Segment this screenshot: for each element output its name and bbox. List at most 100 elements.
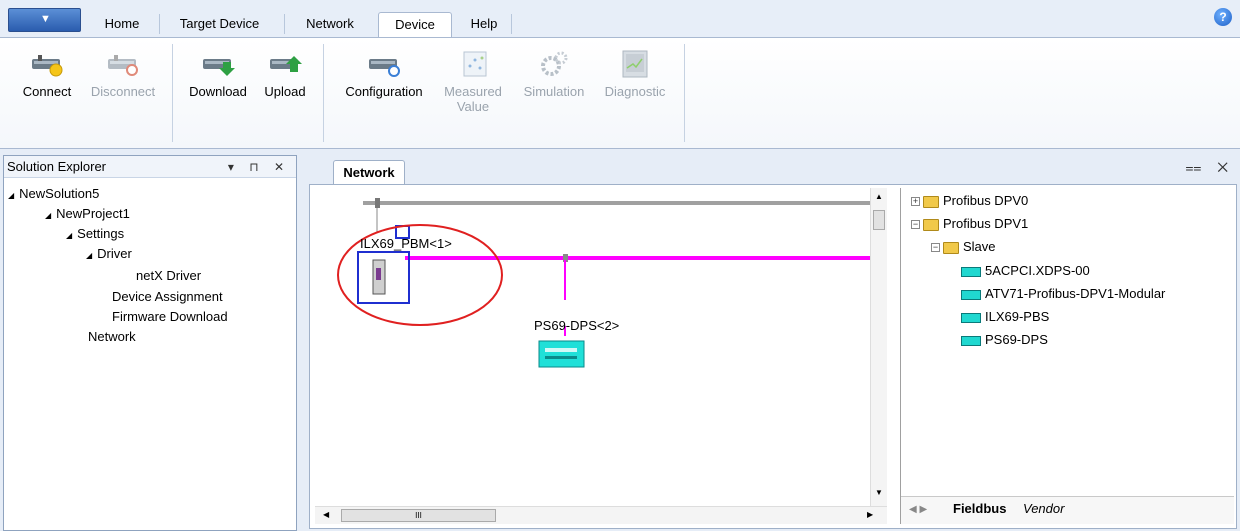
network-view-canvas[interactable]: ILX69_PBM<1> PS69-DPS<2> bbox=[315, 188, 875, 524]
catalog-folder-profibus-dpv0[interactable]: + Profibus DPV0 bbox=[911, 189, 1028, 212]
slave-device-icon bbox=[961, 266, 981, 277]
scroll-down-icon[interactable]: ▼ bbox=[875, 488, 883, 497]
tree-node-label: Driver bbox=[97, 246, 132, 261]
tab-vendor[interactable]: Vendor bbox=[1023, 501, 1064, 516]
measured-value-line-2: Value bbox=[456, 99, 490, 114]
catalog-item-ilx69-pbs[interactable]: ILX69-PBS bbox=[961, 305, 1049, 328]
document-controls[interactable]: ⩵ ✕ bbox=[1185, 159, 1234, 176]
tab-network-document[interactable]: Network bbox=[333, 160, 405, 184]
upload-label: Upload bbox=[264, 84, 306, 99]
device-slot-icon bbox=[545, 348, 577, 352]
help-icon[interactable]: ? bbox=[1214, 8, 1232, 26]
download-icon bbox=[203, 59, 235, 76]
catalog-folder-profibus-dpv1[interactable]: − Profibus DPV1 bbox=[911, 212, 1028, 235]
tree-node-newproject1[interactable]: ◢ NewProject1 bbox=[45, 204, 130, 226]
tree-node-newsolution5[interactable]: ◢ NewSolution5 bbox=[8, 184, 99, 206]
measured-value-icon bbox=[463, 51, 487, 77]
dropdown-arrow-icon: ▼ bbox=[40, 13, 51, 25]
slave-device-icon bbox=[961, 289, 981, 300]
tab-home[interactable]: Home bbox=[97, 12, 147, 38]
catalog-item-label: ATV71-Profibus-DPV1-Modular bbox=[985, 286, 1166, 301]
solution-explorer-panel: Solution Explorer ▾ ⊓ ✕ ◢ NewSolution5 ◢ N… bbox=[3, 155, 297, 531]
tree-node-label: Settings bbox=[77, 226, 125, 241]
expand-arrow-icon[interactable]: ◢ bbox=[45, 211, 51, 220]
expand-toggle-icon[interactable]: + bbox=[911, 197, 920, 207]
download-button[interactable]: Download bbox=[185, 50, 251, 99]
tree-node-settings[interactable]: ◢ Settings bbox=[66, 224, 124, 246]
tab-fieldbus[interactable]: Fieldbus bbox=[953, 501, 1006, 516]
network-document-panel: ILX69_PBM<1> PS69-DPS<2> ▲ ▼ ◀ III ▶ + Pr… bbox=[309, 184, 1237, 529]
diagnostic-button[interactable]: Diagnostic bbox=[597, 50, 673, 99]
solution-explorer-title: Solution Explorer bbox=[7, 159, 106, 174]
disconnect-button[interactable]: Disconnect bbox=[87, 50, 159, 99]
vertical-scrollbar[interactable]: ▲ ▼ bbox=[870, 188, 887, 506]
device-module-icon bbox=[376, 268, 381, 280]
tree-node-firmware-download[interactable]: Firmware Download bbox=[112, 307, 228, 327]
device-slot-icon bbox=[545, 356, 577, 359]
expand-arrow-icon[interactable]: ◢ bbox=[66, 231, 72, 240]
connect-icon bbox=[32, 55, 63, 77]
tab-target-device[interactable]: Target Device bbox=[166, 12, 273, 38]
disconnect-icon bbox=[108, 55, 138, 76]
scroll-left-icon[interactable]: ◀ bbox=[323, 510, 329, 519]
tree-node-network[interactable]: Network bbox=[88, 327, 136, 347]
application-menu-button[interactable]: ▼ bbox=[8, 8, 81, 32]
device-catalog-panel: + Profibus DPV0 − Profibus DPV1 − Slave 5AC… bbox=[900, 188, 1234, 524]
document-area: Network ⩵ ✕ ILX69_PBM<1> PS69-DPS<2> ▲ ▼… bbox=[303, 155, 1240, 531]
folder-label: Profibus DPV0 bbox=[943, 193, 1029, 208]
catalog-folder-slave[interactable]: − Slave bbox=[931, 235, 996, 258]
scroll-up-icon[interactable]: ▲ bbox=[875, 192, 883, 201]
measured-value-label: Measured Value bbox=[444, 84, 502, 114]
folder-icon bbox=[923, 218, 939, 231]
catalog-tab-bar: ◀ ▶ Fieldbus Vendor bbox=[901, 496, 1234, 524]
catalog-item-5acpci-xdps-00[interactable]: 5ACPCI.XDPS-00 bbox=[961, 259, 1090, 282]
scroll-thumb-horizontal[interactable]: III bbox=[341, 509, 496, 522]
tree-node-driver[interactable]: ◢ Driver bbox=[86, 244, 132, 266]
ps69-dps-device-icon[interactable] bbox=[538, 340, 585, 368]
panel-controls[interactable]: ▾ ⊓ ✕ bbox=[228, 156, 290, 178]
open-folder-icon bbox=[943, 241, 959, 254]
tab-help[interactable]: Help bbox=[462, 12, 506, 38]
tree-node-netx-driver[interactable]: netX Driver bbox=[136, 266, 201, 286]
simulation-button[interactable]: Simulation bbox=[515, 50, 593, 99]
configuration-button[interactable]: Configuration bbox=[336, 50, 432, 99]
diagnostic-label: Diagnostic bbox=[604, 84, 666, 99]
tree-node-label: NewProject1 bbox=[56, 206, 130, 221]
catalog-item-ps69-dps[interactable]: PS69-DPS bbox=[961, 328, 1048, 351]
tab-network[interactable]: Network bbox=[295, 12, 365, 38]
slave-device-icon bbox=[961, 312, 981, 323]
scroll-right-icon[interactable]: ▶ bbox=[867, 510, 873, 519]
top-bus-line bbox=[363, 201, 875, 205]
menu-bar: ▼ Home Target Device Network Device Help… bbox=[0, 0, 1240, 38]
connect-label: Connect bbox=[22, 84, 72, 99]
ps69-dps-label[interactable]: PS69-DPS<2> bbox=[534, 318, 619, 333]
bus-connector bbox=[375, 198, 380, 208]
connect-button[interactable]: Connect bbox=[18, 50, 76, 99]
measured-value-button[interactable]: Measured Value bbox=[435, 50, 511, 114]
ilx69-pbm-label[interactable]: ILX69_PBM<1> bbox=[360, 236, 452, 251]
upload-icon bbox=[270, 56, 302, 72]
catalog-item-atv71[interactable]: ATV71-Profibus-DPV1-Modular bbox=[961, 282, 1165, 305]
diagnostic-chart-icon bbox=[622, 50, 648, 78]
slave-device-icon bbox=[961, 335, 981, 346]
profibus-line[interactable] bbox=[405, 256, 875, 260]
upload-button[interactable]: Upload bbox=[254, 50, 316, 99]
measured-value-line-1: Measured bbox=[444, 84, 502, 99]
scroll-thumb[interactable] bbox=[873, 210, 885, 230]
simulation-label: Simulation bbox=[523, 84, 585, 99]
horizontal-scrollbar[interactable]: ◀ III ▶ bbox=[315, 506, 887, 524]
catalog-item-label: 5ACPCI.XDPS-00 bbox=[985, 263, 1090, 278]
simulation-gears-icon bbox=[541, 51, 568, 76]
folder-label: Profibus DPV1 bbox=[943, 216, 1029, 231]
expand-arrow-icon[interactable]: ◢ bbox=[86, 251, 92, 260]
expand-arrow-icon[interactable]: ◢ bbox=[8, 191, 14, 200]
configuration-label: Configuration bbox=[345, 84, 423, 99]
tab-scroll-arrows-icon[interactable]: ◀ ▶ bbox=[909, 504, 927, 515]
collapse-toggle-icon[interactable]: − bbox=[931, 243, 940, 253]
tab-device[interactable]: Device bbox=[378, 12, 452, 38]
ribbon: Connect Disconnect Download Upload Confi… bbox=[0, 37, 1240, 149]
collapse-toggle-icon[interactable]: − bbox=[911, 220, 920, 230]
folder-label: Slave bbox=[963, 239, 996, 254]
configuration-icon bbox=[369, 59, 400, 77]
tree-node-device-assignment[interactable]: Device Assignment bbox=[112, 287, 223, 307]
